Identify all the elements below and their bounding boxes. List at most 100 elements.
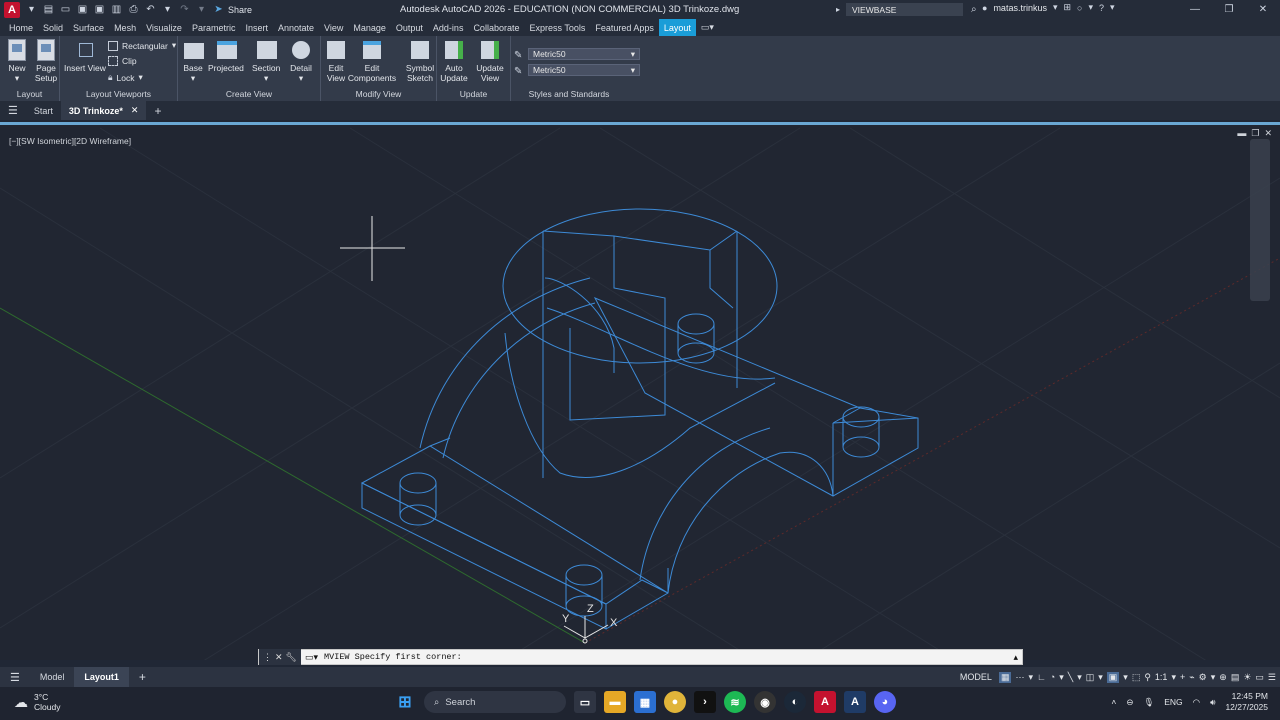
layout-tab-layout1[interactable]: Layout1 [74, 667, 129, 687]
task-view-icon[interactable]: ▭ [574, 691, 596, 713]
viewport-controls-label[interactable]: [−][SW Isometric][2D Wireframe] [9, 136, 131, 146]
gear-icon[interactable]: ⚙ [1199, 672, 1207, 683]
save-as-icon[interactable]: ▣ [92, 2, 107, 17]
help-icon[interactable]: ? [1099, 3, 1104, 13]
search-input[interactable] [846, 3, 964, 16]
rectangular-button[interactable]: Rectangular ▾ [108, 40, 176, 51]
undo-icon[interactable]: ↶ [143, 2, 158, 17]
menu-tab-insert[interactable]: Insert [240, 19, 273, 36]
chevron-down-icon[interactable]: ▾ [1171, 672, 1176, 683]
menu-tab-surface[interactable]: Surface [68, 19, 109, 36]
chevron-down-icon[interactable]: ▾ [1211, 672, 1216, 683]
menu-tab-home[interactable]: Home [4, 19, 38, 36]
hamburger-menu-icon[interactable]: ☰ [0, 101, 26, 120]
menu-tab-mesh[interactable]: Mesh [109, 19, 141, 36]
new-tab-icon[interactable]: + [146, 101, 169, 120]
close-icon[interactable]: ✕ [275, 652, 283, 663]
menu-tab-view[interactable]: View [319, 19, 348, 36]
snap-icon[interactable]: ⋯ [1015, 672, 1024, 683]
drawing-viewport[interactable]: Z X Y [−][SW Isometric][2D Wireframe] ▬ … [0, 122, 1280, 660]
chevron-down-icon[interactable]: ▾ [1088, 2, 1093, 13]
grid-icon[interactable]: ▦ [998, 671, 1012, 683]
edit-view-button[interactable]: Edit View [325, 39, 347, 83]
file-tab-drawing[interactable]: 3D Trinkoze* ✕ [60, 101, 147, 120]
user-name[interactable]: matas.trinkus [993, 3, 1047, 13]
chevron-down-icon[interactable]: ▾ [24, 2, 39, 17]
network-tray-icon[interactable]: ⊖ [1126, 697, 1133, 708]
osnap-icon[interactable]: ◫ [1086, 672, 1095, 683]
autocad-logo-icon[interactable]: A [4, 1, 20, 18]
discord-icon[interactable]: ◕ [874, 691, 896, 713]
chevron-down-icon[interactable]: ▾ [1123, 672, 1128, 683]
restore-icon[interactable]: ❐ [1251, 128, 1259, 139]
menu-tab-parametric[interactable]: Parametric [187, 19, 241, 36]
wifi-icon[interactable]: ◠ [1193, 697, 1200, 708]
add-scale-icon[interactable]: + [1180, 672, 1185, 682]
isodraft-icon[interactable]: ╲ [1068, 672, 1073, 683]
menu-tab-manage[interactable]: Manage [348, 19, 391, 36]
scale-value[interactable]: 1:1 [1155, 672, 1168, 682]
quick-properties-icon[interactable]: ▤ [1231, 672, 1240, 683]
detail-view-button[interactable]: Detail ▾ [290, 39, 312, 83]
volume-icon[interactable]: 🔊︎ [1210, 697, 1215, 708]
navigation-bar[interactable] [1250, 139, 1270, 301]
update-view-button[interactable]: Update View [475, 39, 505, 83]
wrench-icon[interactable]: 🔧︎ [286, 652, 297, 663]
save-icon[interactable]: ▣ [75, 2, 90, 17]
auto-update-button[interactable]: Auto Update [440, 39, 468, 83]
terminal-icon[interactable]: › [694, 691, 716, 713]
menu-tab-visualize[interactable]: Visualize [141, 19, 187, 36]
cart-icon[interactable]: ⊞ [1064, 2, 1072, 13]
add-layout-icon[interactable]: + [129, 667, 156, 687]
minimize-icon[interactable]: — [1178, 0, 1212, 19]
steam-icon[interactable]: ◐ [784, 691, 806, 713]
taskbar-search[interactable]: ⌕ Search [424, 691, 566, 713]
edit-components-button[interactable]: Edit Components [348, 39, 396, 83]
new-layout-button[interactable]: New ▾ [6, 39, 28, 83]
symbol-sketch-button[interactable]: Symbol Sketch [405, 39, 435, 83]
autocad-taskbar-icon[interactable]: A [814, 691, 836, 713]
menu-tab-output[interactable]: Output [391, 19, 428, 36]
page-setup-button[interactable]: Page Setup [32, 39, 60, 83]
drag-handle-icon[interactable]: ⋮ [263, 652, 272, 663]
polar-icon[interactable]: ◔ [1050, 672, 1055, 682]
isolate-icon[interactable]: ☀ [1243, 672, 1251, 683]
weather-widget[interactable]: ☁ 3°C Cloudy [14, 692, 60, 712]
command-text[interactable]: MVIEW Specify first corner: [324, 652, 462, 662]
new-file-icon[interactable]: ▤ [41, 2, 56, 17]
section-style-dropdown[interactable]: Metric50 ▾ [528, 64, 640, 76]
redo-icon[interactable]: ↷ [177, 2, 192, 17]
file-tab-start[interactable]: Start [26, 101, 61, 120]
help-ring-icon[interactable]: ○ [1077, 3, 1082, 13]
customize-icon[interactable]: ☰ [1268, 672, 1276, 683]
close-icon[interactable]: ✕ [131, 105, 139, 116]
chevron-down-icon[interactable]: ▾ [1077, 672, 1082, 683]
redo-dropdown-icon[interactable]: ▾ [194, 2, 209, 17]
menu-tab-solid[interactable]: Solid [38, 19, 68, 36]
chevron-down-icon[interactable]: ▾ [1053, 2, 1058, 13]
help-search[interactable]: ▸ ⌕ [836, 3, 977, 16]
projected-view-button[interactable]: Projected [208, 39, 244, 73]
language-indicator[interactable]: ENG [1164, 697, 1182, 707]
autocad-alt-icon[interactable]: A [844, 691, 866, 713]
spotify-icon[interactable]: ≋ [724, 691, 746, 713]
menu-tab-express-tools[interactable]: Express Tools [524, 19, 590, 36]
chevron-down-icon[interactable]: ▾ [1098, 672, 1103, 683]
extra-tabs-dropdown-icon[interactable]: ▭▾ [696, 19, 719, 36]
chevron-up-icon[interactable]: ▴ [1013, 652, 1018, 663]
workspace-switch-icon[interactable]: ⌁ [1189, 672, 1194, 683]
search-icon[interactable]: ⌕ [971, 4, 977, 15]
store-icon[interactable]: ▦ [634, 691, 656, 713]
view-style-dropdown[interactable]: Metric50 ▾ [528, 48, 640, 60]
annotation-visibility-icon[interactable]: ⚲ [1144, 672, 1151, 683]
ortho-icon[interactable]: ∟ [1037, 672, 1046, 682]
open-folder-icon[interactable]: ▭ [58, 2, 73, 17]
close-icon[interactable]: ✕ [1246, 0, 1280, 19]
restore-icon[interactable]: ❐ [1212, 0, 1246, 19]
base-view-button[interactable]: Base ▾ [182, 39, 204, 83]
fullscreen-icon[interactable]: ▭ [1255, 672, 1264, 683]
space-toggle[interactable]: MODEL [957, 672, 995, 682]
chevron-down-icon[interactable]: ▾ [1059, 672, 1064, 683]
menu-tab-layout[interactable]: Layout [658, 19, 696, 36]
insert-view-button[interactable]: Insert View [64, 39, 106, 73]
